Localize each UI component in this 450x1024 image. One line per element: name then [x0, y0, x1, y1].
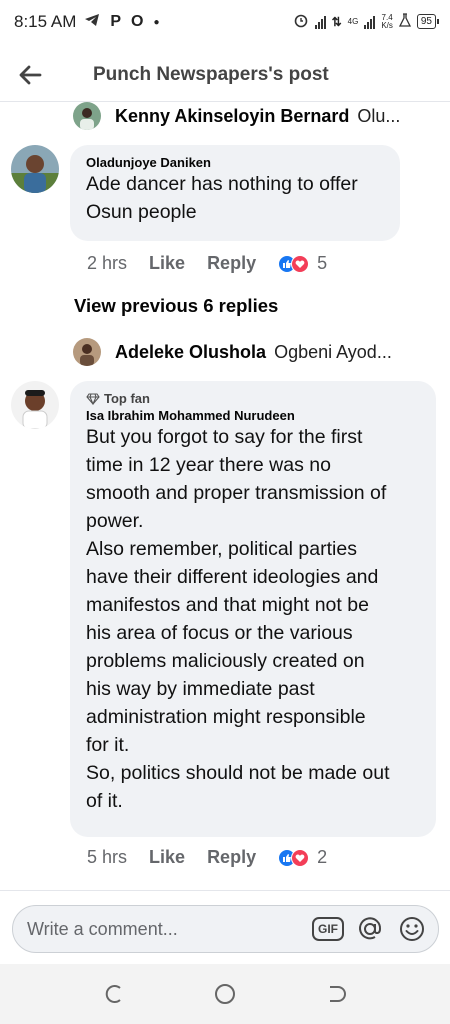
- back-nav-icon: [330, 986, 346, 1002]
- view-previous-replies[interactable]: View previous 6 replies: [74, 295, 278, 317]
- mention-button[interactable]: [354, 913, 386, 945]
- comment-time[interactable]: 5 hrs: [87, 847, 127, 868]
- reply-button[interactable]: Reply: [207, 847, 256, 868]
- dot-icon: ●: [153, 16, 160, 28]
- avatar[interactable]: [11, 381, 59, 429]
- home-icon: [215, 984, 235, 1004]
- reply-preview: Ogbeni Ayod...: [274, 341, 392, 362]
- diamond-icon: [86, 392, 100, 405]
- alarm-icon: [293, 12, 309, 31]
- home-button[interactable]: [205, 974, 245, 1014]
- recents-button[interactable]: [95, 974, 135, 1014]
- comment-text: But you forgot to say for the first time…: [86, 426, 390, 812]
- status-bar: 8:15 AM P O ● ⇅ 4G 7.4 K/s 95: [0, 0, 450, 44]
- smiley-icon: [400, 917, 424, 941]
- battery-indicator: 95: [416, 14, 440, 29]
- reply-preview: Olu...: [357, 105, 401, 126]
- comment-input[interactable]: Write a comment...: [27, 919, 312, 940]
- comment-bubble[interactable]: Oladunjoye Daniken Ade dancer has nothin…: [70, 145, 400, 241]
- comment-author[interactable]: Oladunjoye Daniken: [86, 155, 386, 170]
- comment-actions: 2 hrs Like Reply 5: [87, 253, 327, 274]
- avatar[interactable]: [11, 145, 59, 193]
- emoji-button[interactable]: [396, 913, 428, 945]
- p-icon: P: [110, 13, 122, 30]
- at-sign-icon: [359, 917, 382, 940]
- love-reaction-icon: [291, 254, 310, 273]
- comment-time[interactable]: 2 hrs: [87, 253, 127, 274]
- network-type: 4G: [347, 16, 359, 26]
- flask-icon: [398, 13, 411, 30]
- badge-label: Top fan: [104, 391, 150, 406]
- collapsed-reply[interactable]: Kenny Akinseloyin Bernard Olu...: [73, 101, 438, 131]
- status-time: 8:15 AM: [14, 12, 77, 31]
- reactions[interactable]: [278, 254, 310, 273]
- reply-author[interactable]: Kenny Akinseloyin Bernard: [115, 106, 349, 127]
- reply-button[interactable]: Reply: [207, 253, 256, 274]
- data-arrows-icon: ⇅: [331, 14, 342, 29]
- telegram-icon: [84, 13, 100, 32]
- opera-icon: O: [131, 13, 144, 30]
- signal-icon: [314, 15, 326, 29]
- net-speed: 7.4 K/s: [381, 12, 393, 30]
- recents-icon: [105, 985, 121, 1003]
- reaction-count: 2: [317, 847, 328, 867]
- composer-divider: [0, 890, 450, 891]
- gif-icon: GIF: [312, 917, 344, 941]
- reaction-count: 5: [317, 253, 328, 273]
- back-arrow-icon: [19, 65, 42, 84]
- comment-bubble[interactable]: Top fan Isa Ibrahim Mohammed Nurudeen Bu…: [70, 381, 436, 837]
- top-fan-badge: Top fan: [86, 391, 422, 406]
- avatar: [73, 338, 101, 366]
- system-nav-bar: [0, 964, 450, 1024]
- page-title: Punch Newspapers's post: [93, 63, 329, 85]
- post-header: Punch Newspapers's post: [0, 48, 450, 102]
- back-nav-button[interactable]: [315, 974, 355, 1014]
- like-button[interactable]: Like: [149, 253, 185, 274]
- avatar: [73, 102, 101, 130]
- comment-composer[interactable]: Write a comment... GIF: [12, 905, 439, 953]
- comment-author[interactable]: Isa Ibrahim Mohammed Nurudeen: [86, 408, 422, 423]
- back-button[interactable]: [0, 48, 60, 102]
- love-reaction-icon: [291, 848, 310, 867]
- gif-button[interactable]: GIF: [312, 913, 344, 945]
- like-button[interactable]: Like: [149, 847, 185, 868]
- reactions[interactable]: [278, 848, 310, 867]
- reply-author[interactable]: Adeleke Olushola: [115, 342, 266, 363]
- signal-icon-2: [364, 15, 376, 29]
- collapsed-reply[interactable]: Adeleke Olushola Ogbeni Ayod...: [73, 337, 438, 367]
- comment-text: Ade dancer has nothing to offer Osun peo…: [86, 173, 358, 223]
- comment-actions: 5 hrs Like Reply 2: [87, 847, 327, 868]
